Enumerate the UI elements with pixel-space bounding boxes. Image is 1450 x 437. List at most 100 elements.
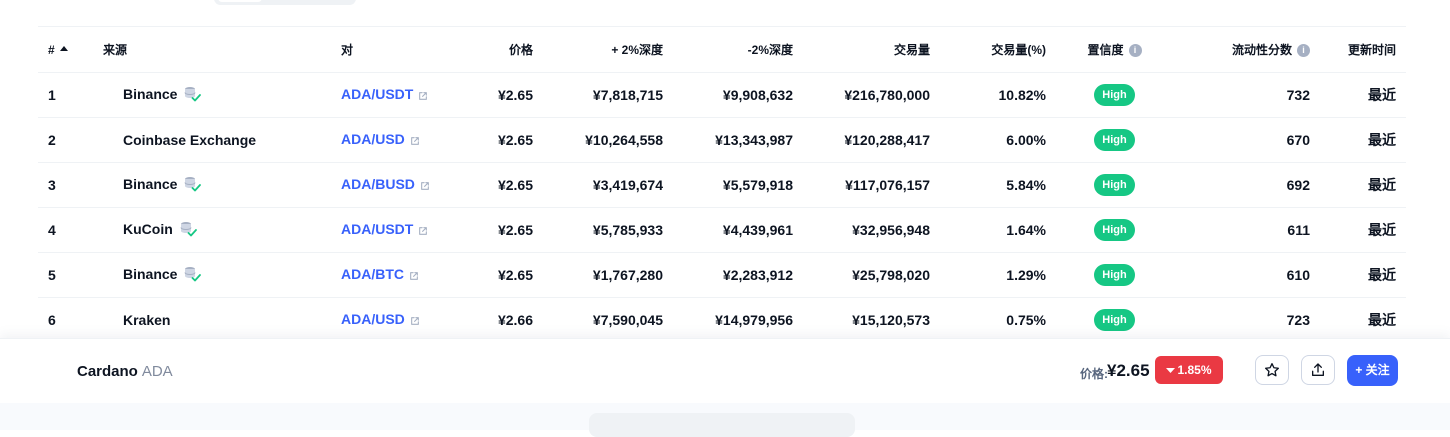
bottom-placeholder-pill xyxy=(589,413,855,437)
pair-cell[interactable]: ADA/USDT xyxy=(331,207,461,253)
exchange-name[interactable]: KuCoin xyxy=(103,221,173,237)
share-icon xyxy=(1312,363,1324,376)
updated-cell: 最近 xyxy=(1320,252,1406,298)
pair-link[interactable]: ADA/USDT xyxy=(341,86,413,102)
rank-cell: 1 xyxy=(38,72,93,118)
exchange-name[interactable]: Coinbase Exchange xyxy=(103,132,256,148)
external-link-icon[interactable] xyxy=(410,133,420,149)
price-cell: ¥2.65 xyxy=(461,117,543,163)
pair-cell[interactable]: ADA/USD xyxy=(331,297,461,343)
depth-plus-cell: ¥3,419,674 xyxy=(543,162,673,208)
exchange-name[interactable]: Binance xyxy=(103,86,177,102)
source-cell[interactable]: Binance xyxy=(93,72,331,118)
price-cell: ¥2.65 xyxy=(461,72,543,118)
caret-down-icon xyxy=(1166,368,1176,374)
confidence-cell: High xyxy=(1056,207,1173,253)
confidence-cell: High xyxy=(1056,297,1173,343)
top-segment-active-tab[interactable] xyxy=(218,0,262,2)
volume-pct-cell: 6.00% xyxy=(940,117,1056,163)
table-row[interactable]: 1 Binance ADA/USDT ¥2.65 ¥7,818,715 ¥9,908,63… xyxy=(38,72,1406,118)
col-header-volume[interactable]: 交易量 xyxy=(803,26,940,73)
col-header-updated[interactable]: 更新时间 xyxy=(1320,26,1406,73)
pair-link[interactable]: ADA/USD xyxy=(341,131,405,147)
external-link-icon[interactable] xyxy=(418,88,428,104)
price-label: 价格: xyxy=(1080,367,1108,381)
info-icon[interactable]: i xyxy=(1297,44,1310,58)
col-header-pair[interactable]: 对 xyxy=(331,26,461,73)
source-cell[interactable]: Coinbase Exchange xyxy=(93,117,331,163)
confidence-cell: High xyxy=(1056,72,1173,118)
price-cell: ¥2.66 xyxy=(461,297,543,343)
verified-db-icon xyxy=(179,220,197,241)
col-header-confidence[interactable]: 置信度 i xyxy=(1056,26,1173,73)
source-cell[interactable]: Binance xyxy=(93,162,331,208)
col-header-depth-minus[interactable]: -2%深度 xyxy=(673,26,803,73)
col-header-volume-pct[interactable]: 交易量(%) xyxy=(940,26,1056,73)
pair-cell[interactable]: ADA/BTC xyxy=(331,252,461,298)
depth-plus-cell: ¥5,785,933 xyxy=(543,207,673,253)
col-header-depth-plus[interactable]: + 2%深度 xyxy=(543,26,673,73)
liquidity-cell: 723 xyxy=(1173,297,1320,343)
table-row[interactable]: 3 Binance ADA/BUSD ¥2.65 ¥3,419,674 ¥5,579,91… xyxy=(38,162,1406,208)
rank-cell: 3 xyxy=(38,162,93,208)
liquidity-cell: 611 xyxy=(1173,207,1320,253)
updated-cell: 最近 xyxy=(1320,297,1406,343)
watchlist-star-button[interactable] xyxy=(1255,355,1289,385)
col-header-source[interactable]: 来源 xyxy=(93,26,331,73)
volume-pct-cell: 1.64% xyxy=(940,207,1056,253)
external-link-icon[interactable] xyxy=(409,268,419,284)
updated-cell: 最近 xyxy=(1320,162,1406,208)
source-cell[interactable]: Kraken xyxy=(93,297,331,343)
table-row[interactable]: 4 KuCoin ADA/USDT ¥2.65 ¥5,785,933 ¥4,439,961… xyxy=(38,207,1406,253)
sort-up-icon xyxy=(59,45,68,51)
external-link-icon[interactable] xyxy=(418,223,428,239)
info-icon[interactable]: i xyxy=(1128,44,1142,58)
table-row[interactable]: 2 Coinbase Exchange ADA/USD ¥2.65 ¥10,264,55… xyxy=(38,117,1406,163)
verified-db-icon xyxy=(183,175,202,196)
top-segment-control xyxy=(214,0,356,5)
col-header-liquidity[interactable]: 流动性分数 i xyxy=(1173,26,1320,73)
pair-link[interactable]: ADA/BTC xyxy=(341,266,404,282)
table-row[interactable]: 5 Binance ADA/BTC ¥2.65 ¥1,767,280 ¥2,283,912… xyxy=(38,252,1406,298)
price-value: ¥2.65 xyxy=(1107,361,1150,380)
confidence-badge: High xyxy=(1094,264,1135,286)
price-cell: ¥2.65 xyxy=(461,162,543,208)
pair-cell[interactable]: ADA/BUSD xyxy=(331,162,461,208)
pair-link[interactable]: ADA/BUSD xyxy=(341,176,415,192)
coin-symbol: ADA xyxy=(141,363,173,380)
volume-cell: ¥25,798,020 xyxy=(803,252,940,298)
col-header-price[interactable]: 价格 xyxy=(461,26,543,73)
depth-plus-cell: ¥10,264,558 xyxy=(543,117,673,163)
price-cell: ¥2.65 xyxy=(461,252,543,298)
confidence-badge: High xyxy=(1094,174,1135,196)
price-cell: ¥2.65 xyxy=(461,207,543,253)
volume-cell: ¥15,120,573 xyxy=(803,297,940,343)
price-change-badge: 1.85% xyxy=(1155,356,1223,384)
pair-cell[interactable]: ADA/USDT xyxy=(331,72,461,118)
pair-link[interactable]: ADA/USD xyxy=(341,311,405,327)
share-button[interactable] xyxy=(1301,355,1335,385)
external-link-icon[interactable] xyxy=(410,313,420,329)
exchange-name[interactable]: Binance xyxy=(103,266,177,282)
follow-button[interactable]: + 关注 xyxy=(1347,355,1398,386)
confidence-badge: High xyxy=(1094,129,1135,151)
rank-cell: 6 xyxy=(38,297,93,343)
depth-minus-cell: ¥5,579,918 xyxy=(673,162,803,208)
confidence-cell: High xyxy=(1056,162,1173,208)
exchange-name[interactable]: Kraken xyxy=(103,312,170,328)
verified-db-icon xyxy=(183,265,202,286)
exchange-name[interactable]: Binance xyxy=(103,176,177,192)
pair-link[interactable]: ADA/USDT xyxy=(341,221,413,237)
star-icon xyxy=(1265,363,1279,377)
confidence-badge: High xyxy=(1094,219,1135,241)
volume-cell: ¥32,956,948 xyxy=(803,207,940,253)
source-cell[interactable]: KuCoin xyxy=(93,207,331,253)
external-link-icon[interactable] xyxy=(420,178,430,194)
markets-table: # 来源 对 价格 + 2%深度 -2%深度 交易量 交易量(%) 置信度 i 流… xyxy=(38,26,1406,343)
table-row[interactable]: 6 Kraken ADA/USD ¥2.66 ¥7,590,045 ¥14,979,956… xyxy=(38,297,1406,343)
sticky-coin-bar: Cardano ADA 价格: ¥2.65 1.85% + 关注 xyxy=(0,338,1450,404)
pair-cell[interactable]: ADA/USD xyxy=(331,117,461,163)
col-header-rank[interactable]: # xyxy=(38,26,93,73)
source-cell[interactable]: Binance xyxy=(93,252,331,298)
volume-pct-cell: 1.29% xyxy=(940,252,1056,298)
